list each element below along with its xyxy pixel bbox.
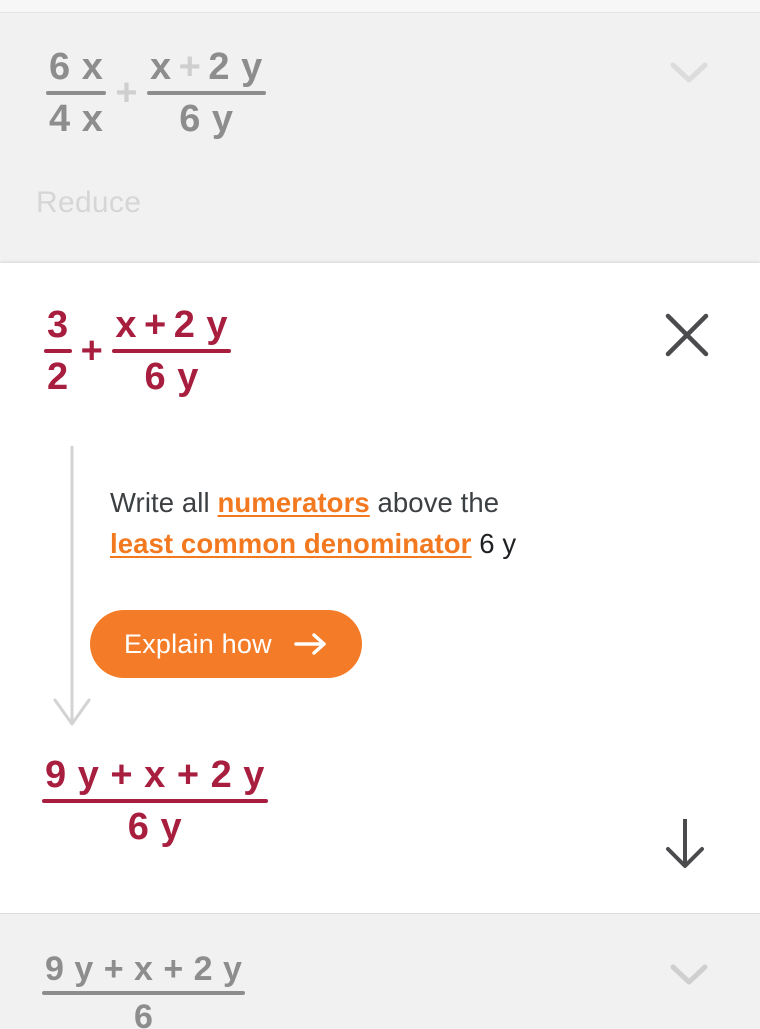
current-right-numerator: x +2 y (112, 306, 231, 344)
previous-right-numerator-left: x (150, 46, 172, 88)
current-right-numerator-right: 2 y (173, 304, 229, 346)
next-step-button[interactable] (652, 812, 718, 878)
fraction-bar (42, 799, 268, 803)
numerators-link[interactable]: numerators (217, 487, 369, 518)
next-fraction: 9 y + x + 2 y 6 (42, 950, 246, 1029)
instruction-math-tail: 6 y (479, 528, 517, 559)
current-left-denominator: 2 (47, 356, 69, 398)
explain-how-label: Explain how (124, 628, 272, 659)
previous-step-label: Reduce (36, 186, 142, 219)
solution-steps-screen: 6 x 4 x + x +2 y 6 y Reduce 3 2 + x + 2 … (0, 0, 760, 1029)
current-step-result: 9 y + x + 2 y 6 y (42, 756, 268, 846)
instruction-segment-1: Write all (110, 487, 218, 518)
next-denominator: 6 (134, 998, 154, 1029)
next-numerator: 9 y + x + 2 y (45, 950, 243, 988)
top-sliver (0, 0, 760, 12)
previous-right-denominator: 6 y (179, 98, 234, 140)
next-step-expand-button[interactable] (666, 952, 712, 998)
previous-right-fraction: x +2 y 6 y (147, 48, 266, 138)
previous-left-denominator: 4 x (49, 98, 104, 140)
step-instruction-text: Write all numerators above the least com… (110, 482, 610, 564)
result-fraction: 9 y + x + 2 y 6 y (42, 756, 268, 846)
arrow-right-icon (294, 632, 328, 656)
result-denominator: 6 y (127, 806, 183, 848)
current-right-fraction: x +2 y 6 y (112, 306, 232, 398)
fraction-bar (44, 349, 72, 353)
previous-right-numerator: x +2 y (147, 48, 266, 86)
arrow-down-icon (660, 815, 710, 876)
current-left-numerator: 3 (47, 304, 69, 346)
current-left-fraction: 3 2 (44, 306, 72, 396)
previous-right-numerator-right: 2 y (208, 46, 263, 88)
current-right-numerator-operator: + (143, 304, 167, 346)
current-right-denominator: 6 y (144, 356, 199, 398)
previous-step-expression: 6 x 4 x + x +2 y 6 y (46, 48, 266, 138)
close-icon (661, 309, 713, 366)
current-operator: + (80, 330, 104, 372)
instruction-segment-2: above the (369, 487, 500, 518)
chevron-down-icon (670, 61, 708, 85)
chevron-down-icon (670, 963, 708, 987)
fraction-bar (42, 991, 246, 995)
step-flow-connector (52, 446, 92, 730)
previous-step-expand-button[interactable] (666, 50, 712, 96)
fraction-bar (112, 349, 232, 353)
current-right-numerator-left: x (115, 304, 137, 346)
fraction-bar (46, 91, 107, 95)
explain-how-button[interactable]: Explain how (90, 610, 362, 678)
previous-operator: + (115, 72, 139, 114)
close-step-button[interactable] (654, 304, 720, 370)
down-arrow-connector-icon (52, 446, 92, 734)
current-step-expression: 3 2 + x +2 y 6 y (44, 306, 232, 398)
fraction-bar (147, 91, 266, 95)
result-numerator: 9 y + x + 2 y (45, 754, 265, 796)
least-common-denominator-link[interactable]: least common denominator (110, 528, 471, 559)
previous-left-numerator: 6 x (49, 46, 104, 88)
next-step-expression: 9 y + x + 2 y 6 (42, 950, 246, 1029)
previous-right-numerator-operator: + (178, 46, 202, 88)
previous-left-fraction: 6 x 4 x (46, 46, 107, 140)
